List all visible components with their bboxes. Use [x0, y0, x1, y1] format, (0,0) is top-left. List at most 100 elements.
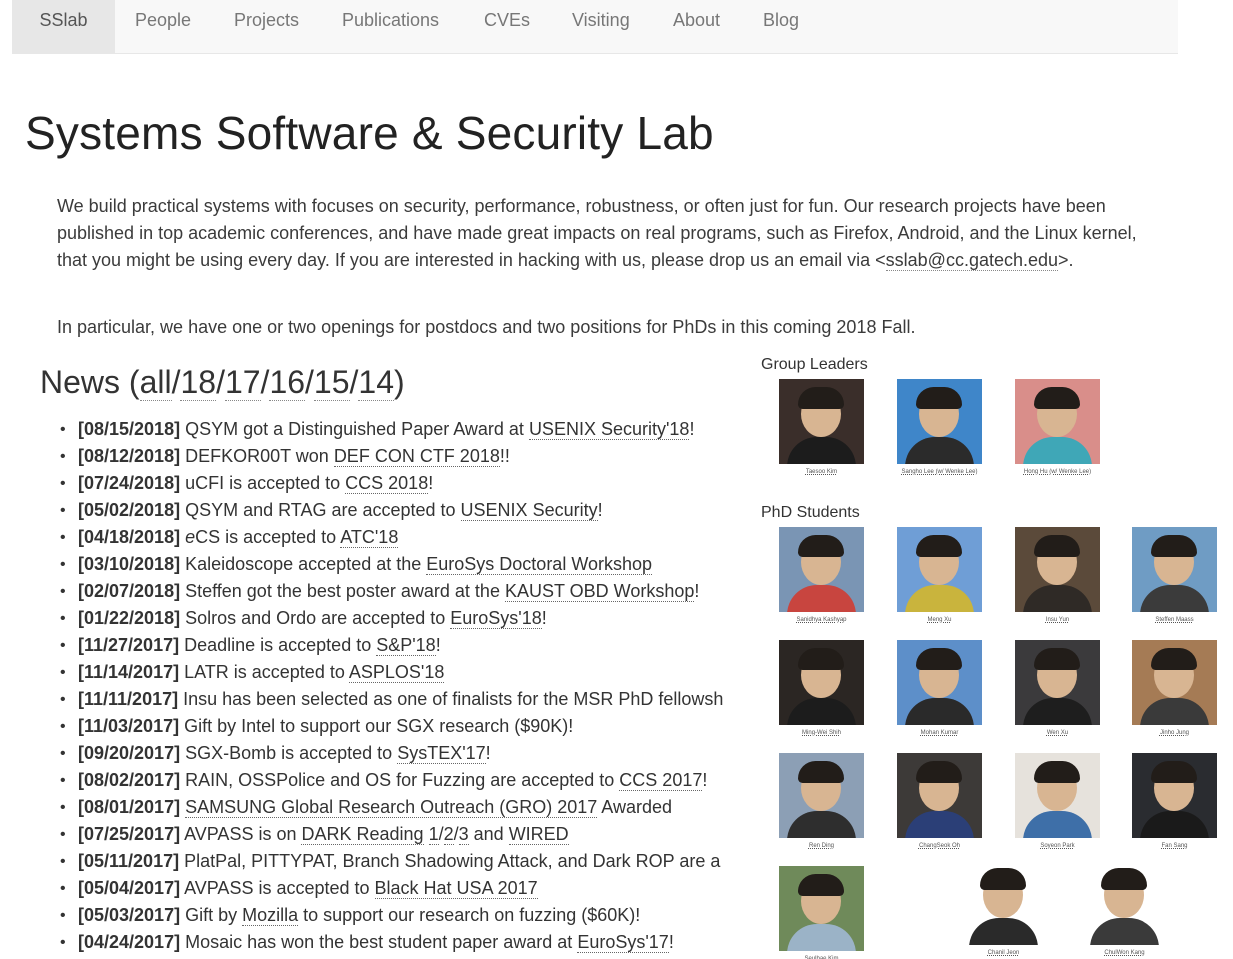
- news-link[interactable]: EuroSys'17: [577, 932, 669, 953]
- bullet-icon: •: [60, 637, 66, 654]
- news-text: !: [597, 500, 603, 520]
- news-text: !!: [499, 446, 510, 466]
- nav-about[interactable]: About: [673, 0, 720, 54]
- news-year-15[interactable]: 15: [313, 364, 350, 401]
- person-photo[interactable]: [1015, 379, 1100, 464]
- news-date: [08/15/2018]: [78, 419, 181, 439]
- person-photo[interactable]: [897, 379, 982, 464]
- nav-projects[interactable]: Projects: [234, 0, 299, 54]
- nav-blog[interactable]: Blog: [763, 0, 799, 54]
- person-name[interactable]: Ming-Wei Shih: [761, 730, 882, 736]
- nav-sslab[interactable]: SSlab: [12, 0, 115, 54]
- person-photo[interactable]: [1132, 527, 1217, 612]
- person-name[interactable]: ChangSeok Oh: [879, 843, 1000, 849]
- news-year-16[interactable]: 16: [269, 364, 306, 401]
- person-photo[interactable]: [897, 527, 982, 612]
- news-item: • [01/22/2018] Solros and Ordo are accept…: [60, 605, 752, 632]
- news-year-14[interactable]: 14: [358, 364, 394, 401]
- news-date: [04/18/2018]: [78, 527, 181, 547]
- person-photo[interactable]: [779, 640, 864, 725]
- email-link[interactable]: sslab@cc.gatech.edu: [885, 250, 1059, 271]
- news-item: • [08/01/2017] SAMSUNG Global Research Ou…: [60, 794, 752, 821]
- person-photo[interactable]: [779, 379, 864, 464]
- news-link[interactable]: SysTEX'17: [397, 743, 486, 764]
- news-text: LATR is accepted to: [179, 662, 349, 682]
- person-name[interactable]: Meng Xu: [879, 617, 1000, 623]
- news-link[interactable]: DEF CON CTF 2018: [333, 446, 500, 467]
- news-link[interactable]: EuroSys Doctoral Workshop: [426, 554, 653, 575]
- news-year-17[interactable]: 17: [224, 364, 261, 401]
- person-name[interactable]: Soyeon Park: [997, 843, 1118, 849]
- news-text: Steffen got the best poster award at the: [180, 581, 505, 601]
- person-name[interactable]: Sanidhya Kashyap: [761, 617, 882, 623]
- person-name[interactable]: Mohan Kumar: [879, 730, 1000, 736]
- news-link[interactable]: DARK Reading: [301, 824, 424, 845]
- person-photo[interactable]: [1015, 527, 1100, 612]
- news-date: [07/24/2018]: [78, 473, 181, 493]
- person-name[interactable]: ChulWon Kang: [1064, 950, 1185, 956]
- news-date: [11/11/2017]: [78, 689, 179, 709]
- person-photo[interactable]: [779, 866, 864, 951]
- person-photo[interactable]: [1015, 753, 1100, 838]
- news-text: and: [468, 824, 509, 844]
- news-link[interactable]: 3: [458, 824, 469, 845]
- bullet-icon: •: [60, 772, 66, 789]
- news-date: [04/24/2017]: [78, 932, 181, 952]
- person-name[interactable]: Sangho Lee (w/ Wenke Lee): [879, 469, 1000, 475]
- bullet-icon: •: [60, 799, 66, 816]
- news-year-18[interactable]: 18: [180, 364, 217, 401]
- person-photo[interactable]: [897, 753, 982, 838]
- bullet-icon: •: [60, 826, 66, 843]
- news-text: /: [438, 824, 444, 844]
- person-photo[interactable]: [897, 640, 982, 725]
- person-name[interactable]: Fan Sang: [1114, 843, 1233, 849]
- news-item: • [09/20/2017] SGX-Bomb is accepted to Sy…: [60, 740, 752, 767]
- news-link[interactable]: CCS 2018: [345, 473, 429, 494]
- news-text: !: [668, 932, 674, 952]
- news-link[interactable]: 2: [443, 824, 454, 845]
- person-name[interactable]: Taesoo Kim: [761, 469, 882, 475]
- bullet-icon: •: [60, 421, 66, 438]
- news-link[interactable]: ASPLOS'18: [348, 662, 445, 683]
- news-link[interactable]: WIRED: [508, 824, 569, 845]
- nav-people[interactable]: People: [135, 0, 191, 54]
- news-link[interactable]: 1: [428, 824, 439, 845]
- news-link[interactable]: USENIX Security: [460, 500, 598, 521]
- person-name[interactable]: Hong Hu (w/ Wenke Lee): [997, 469, 1118, 475]
- nav-visiting[interactable]: Visiting: [572, 0, 630, 54]
- news-item: • [03/10/2018] Kaleidoscope accepted at t…: [60, 551, 752, 578]
- news-year-all[interactable]: all: [139, 364, 172, 401]
- person-photo[interactable]: [961, 860, 1046, 945]
- person-name[interactable]: Steffen Maass: [1114, 617, 1233, 623]
- person-photo[interactable]: [779, 527, 864, 612]
- news-link[interactable]: KAUST OBD Workshop: [504, 581, 695, 602]
- news-item: • [05/02/2018] QSYM and RTAG are accepted…: [60, 497, 752, 524]
- news-item: • [05/03/2017] Gift by Mozilla to support…: [60, 902, 752, 929]
- person-name[interactable]: Chanil Jeon: [943, 950, 1064, 956]
- news-date: [11/03/2017]: [78, 716, 180, 736]
- person-name[interactable]: Wen Xu: [997, 730, 1118, 736]
- news-link[interactable]: ATC'18: [340, 527, 399, 548]
- person-name[interactable]: Jinho Jung: [1114, 730, 1233, 736]
- news-item: • [08/12/2018] DEFKOR00T won DEF CON CTF …: [60, 443, 752, 470]
- person-photo[interactable]: [779, 753, 864, 838]
- person-photo[interactable]: [1082, 860, 1167, 945]
- bullet-icon: •: [60, 448, 66, 465]
- person-photo[interactable]: [1015, 640, 1100, 725]
- news-link[interactable]: Black Hat USA 2017: [374, 878, 538, 899]
- person-name[interactable]: Insu Yun: [997, 617, 1118, 623]
- news-text: Gift by: [180, 905, 243, 925]
- news-link[interactable]: Mozilla: [242, 905, 299, 926]
- person-photo[interactable]: [1132, 640, 1217, 725]
- bullet-icon: •: [60, 664, 66, 681]
- bullet-icon: •: [60, 745, 66, 762]
- news-link[interactable]: EuroSys'18: [450, 608, 542, 629]
- person-name[interactable]: Ren Ding: [761, 843, 882, 849]
- news-link[interactable]: SAMSUNG Global Research Outreach (GRO) 2…: [185, 797, 598, 818]
- news-link[interactable]: USENIX Security'18: [528, 419, 690, 440]
- news-link[interactable]: CCS 2017: [619, 770, 703, 791]
- nav-publications[interactable]: Publications: [342, 0, 439, 54]
- person-photo[interactable]: [1132, 753, 1217, 838]
- nav-cves[interactable]: CVEs: [484, 0, 530, 54]
- news-link[interactable]: S&P'18: [376, 635, 436, 656]
